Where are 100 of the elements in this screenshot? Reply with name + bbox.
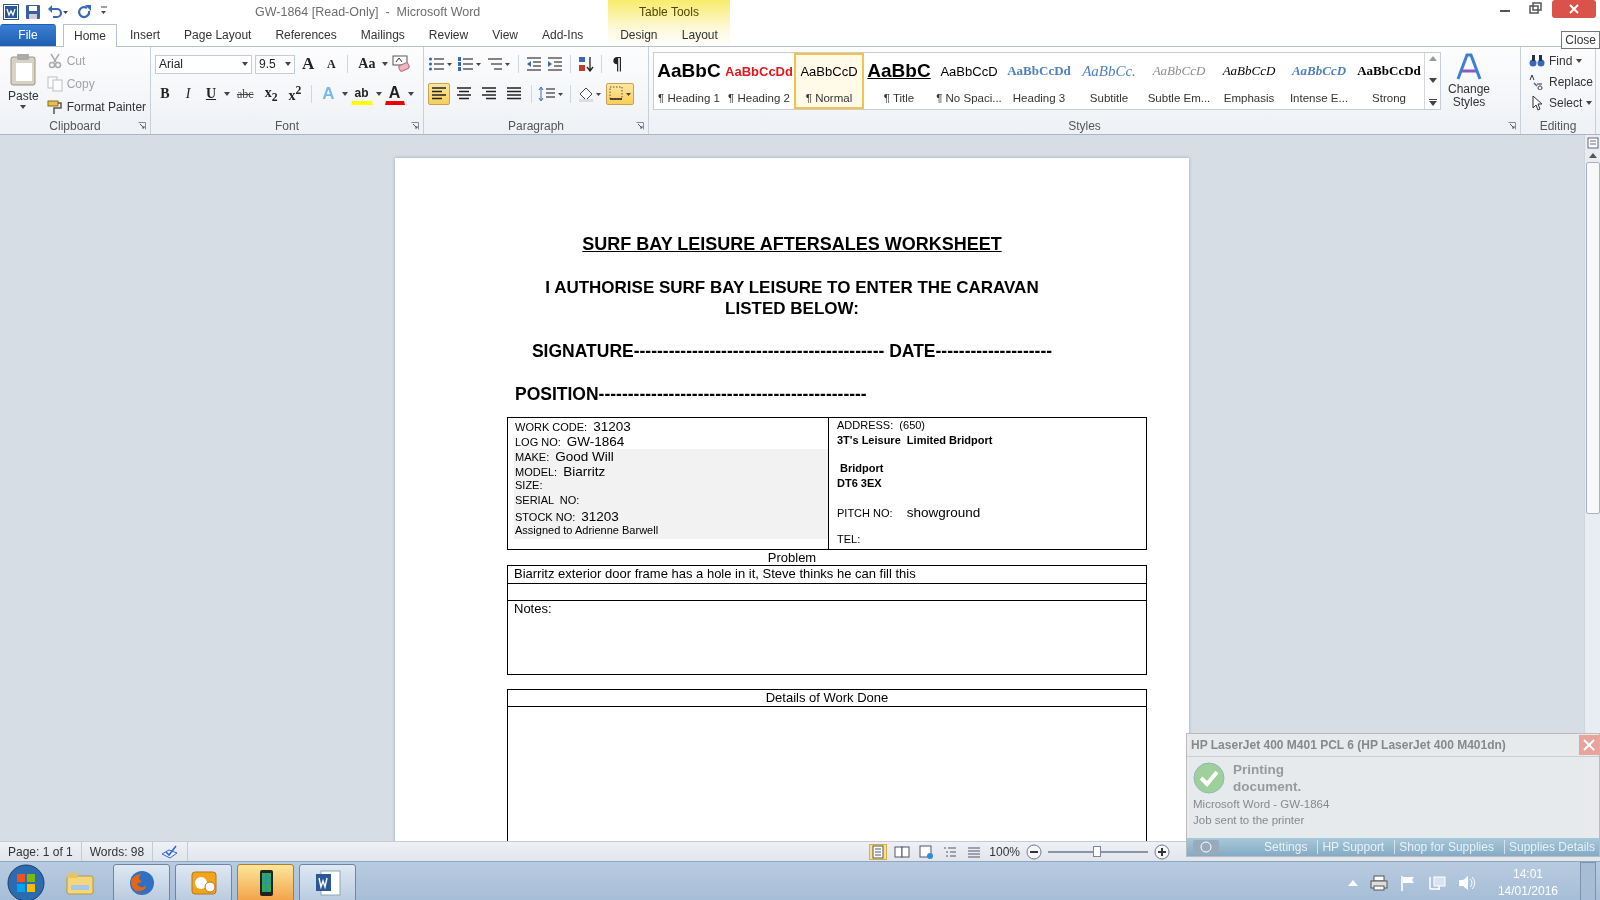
word-app-icon[interactable] — [3, 3, 19, 20]
ribbon-tab[interactable]: References — [264, 24, 348, 46]
bullet-list-icon[interactable] — [428, 56, 454, 72]
field-label: SERIAL NO: — [515, 494, 580, 506]
style-item[interactable]: AaBbCcDd Heading 3 — [1004, 53, 1074, 109]
redo-icon[interactable] — [77, 3, 93, 20]
expand-gallery-icon[interactable] — [1428, 99, 1437, 106]
dialog-launcher-icon[interactable] — [636, 122, 644, 130]
taskbar-button[interactable] — [237, 864, 294, 900]
zoom-in-icon[interactable] — [1154, 843, 1170, 860]
shading-icon[interactable] — [577, 86, 603, 102]
strikethrough-button[interactable]: abc — [233, 83, 258, 105]
taskbar-button[interactable] — [299, 864, 356, 900]
clipboard-icon — [8, 53, 39, 87]
ribbon-tab[interactable]: Layout — [670, 24, 729, 46]
zoom-slider-thumb[interactable] — [1093, 845, 1101, 857]
job-detail: Job sent to the printer — [1193, 813, 1306, 827]
caret-icon[interactable] — [224, 92, 230, 96]
field-value: Good Will — [555, 449, 614, 464]
replace-button[interactable]: Replace — [1525, 71, 1598, 92]
style-item[interactable]: AaBbCcD ¶ Normal — [794, 53, 864, 109]
file-tab[interactable]: File — [0, 24, 56, 46]
increase-indent-icon[interactable] — [546, 56, 564, 72]
grow-font-button[interactable]: A — [298, 53, 319, 75]
select-button[interactable]: Select — [1525, 92, 1598, 113]
italic-button[interactable]: I — [178, 83, 198, 105]
font-color-button[interactable]: A — [384, 83, 405, 105]
print-layout-icon[interactable] — [869, 843, 888, 860]
start-orb-icon[interactable] — [6, 863, 46, 900]
style-item[interactable]: AaBbCcD Intense E... — [1284, 53, 1354, 109]
format-painter-button[interactable]: Format Painter — [42, 96, 151, 117]
line-spacing-icon[interactable] — [538, 86, 564, 102]
clear-formatting-icon[interactable] — [391, 55, 412, 73]
ribbon-tab[interactable]: Add-Ins — [530, 24, 595, 46]
proofing-book-icon[interactable] — [161, 844, 180, 859]
style-item[interactable]: AaBbCcDd ¶ Heading 2 — [724, 53, 794, 109]
caret-icon[interactable] — [285, 62, 291, 66]
zoom-out-icon[interactable] — [1026, 843, 1042, 860]
multilevel-list-icon[interactable] — [486, 56, 512, 72]
ribbon-tab[interactable]: Page Layout — [173, 24, 263, 46]
scroll-up-icon[interactable] — [1428, 56, 1437, 61]
document-title: SURF BAY LEISURE AFTERSALES WORKSHEET — [581, 234, 1003, 255]
caret-icon[interactable] — [242, 62, 248, 66]
field-value: GW-1864 — [566, 434, 625, 449]
superscript-button[interactable]: x$^{2}$ — [284, 83, 306, 105]
ribbon-tab[interactable]: Home — [63, 24, 117, 47]
style-item[interactable]: AaBbCcDd Strong — [1354, 53, 1424, 109]
undo-icon[interactable] — [47, 3, 71, 20]
bold-button[interactable]: B — [155, 83, 175, 105]
find-button[interactable]: Find — [1525, 50, 1598, 71]
style-item[interactable]: AaBbCc. Subtitle — [1074, 53, 1144, 109]
caret-icon[interactable] — [375, 92, 382, 96]
numbered-list-icon[interactable] — [457, 56, 483, 72]
show-formatting-marks-button[interactable]: ¶ — [608, 53, 627, 75]
ribbon-tab[interactable]: Mailings — [349, 24, 416, 46]
sort-icon[interactable] — [577, 56, 595, 72]
borders-icon[interactable] — [606, 83, 634, 105]
authorisation-heading: I AUTHORISE SURF BAY LEISURE TO ENTER THE CARAVAN LISTED BELOW: — [544, 277, 1040, 319]
word-count[interactable]: Words: 98 — [89, 844, 145, 859]
caret-icon[interactable] — [341, 92, 348, 96]
subscript-button[interactable]: x$_{2}$ — [260, 83, 282, 105]
style-item[interactable]: AaBbCcD Emphasis — [1214, 53, 1284, 109]
caret-icon[interactable] — [382, 62, 389, 66]
align-left-icon[interactable] — [428, 83, 450, 105]
caret-icon[interactable] — [407, 92, 414, 96]
font-size-field[interactable]: 9.5 — [255, 54, 295, 74]
change-styles-button[interactable]: Change Styles — [1441, 50, 1497, 118]
binoculars-icon — [1529, 52, 1545, 69]
style-item[interactable]: AaBbC ¶ Title — [864, 53, 934, 109]
scroll-up-icon[interactable] — [1588, 153, 1597, 158]
ribbon-tab[interactable]: Review — [417, 24, 480, 46]
style-item[interactable]: AaBbCcD ¶ No Spaci... — [934, 53, 1004, 109]
ribbon-tab[interactable]: View — [481, 24, 529, 46]
web-layout-icon[interactable] — [917, 843, 936, 860]
ruler-toggle-icon[interactable] — [1586, 137, 1599, 149]
style-item[interactable]: AaBbCcD Subtle Em... — [1144, 53, 1214, 109]
font-name-field[interactable]: Arial — [155, 54, 252, 74]
ribbon-tab[interactable]: Design — [609, 24, 669, 46]
paste-button[interactable]: Paste — [4, 50, 43, 118]
zoom-level[interactable]: 100% — [989, 844, 1020, 859]
decrease-indent-icon[interactable] — [525, 56, 543, 72]
reading-layout-icon[interactable] — [893, 843, 912, 860]
highlight-button[interactable]: ab — [350, 83, 373, 105]
change-case-button[interactable]: Aa — [354, 53, 380, 75]
save-icon[interactable] — [25, 3, 41, 20]
close-icon[interactable] — [1552, 0, 1596, 18]
copy-icon — [46, 75, 63, 92]
ribbon-tab[interactable]: Insert — [119, 24, 172, 46]
scroll-down-icon[interactable] — [1428, 77, 1437, 83]
dialog-launcher-icon[interactable] — [1508, 122, 1516, 130]
address-line: DT6 3EX — [837, 477, 882, 489]
dialog-launcher-icon[interactable] — [138, 122, 146, 130]
caret-icon — [20, 105, 27, 109]
dialog-launcher-icon[interactable] — [411, 122, 419, 130]
style-item[interactable]: AaBbC ¶ Heading 1 — [654, 53, 724, 109]
shrink-font-button[interactable]: A — [321, 53, 342, 75]
underline-button[interactable]: U — [201, 83, 221, 105]
group-label: Editing — [1539, 119, 1577, 133]
printer-icon[interactable] — [1369, 875, 1388, 891]
page-count[interactable]: Page: 1 of 1 — [8, 844, 73, 859]
